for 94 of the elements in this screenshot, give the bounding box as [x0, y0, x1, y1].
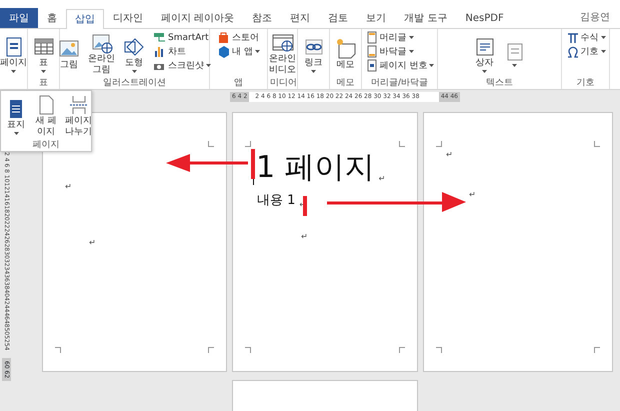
ribbon-button[interactable]: 도형: [121, 31, 147, 77]
ribbon-tab[interactable]: 참조: [243, 8, 282, 28]
online-picture-icon: [90, 32, 112, 54]
caret-icon: [11, 70, 16, 72]
film-icon: [272, 32, 294, 54]
omega-icon: [566, 45, 578, 58]
ribbon-button[interactable]: 상자: [472, 31, 498, 77]
file-tab[interactable]: 파일: [0, 8, 38, 28]
margin-corner-mark: [594, 347, 600, 353]
margin-corner-mark: [399, 347, 405, 353]
caret-icon: [14, 132, 18, 134]
shapes-icon: [123, 36, 145, 58]
footer-icon: [364, 45, 378, 58]
ribbon-button[interactable]: 차트: [151, 45, 213, 59]
margin-corner-mark: [208, 141, 214, 147]
ribbon-tab[interactable]: 편지: [281, 8, 320, 28]
paragraph-mark: ↵: [469, 189, 476, 201]
group-label: 텍스트: [485, 77, 514, 89]
ribbon-button[interactable]: 페이지: [0, 31, 29, 77]
ribbon-button[interactable]: 페이지 나누기: [63, 93, 94, 139]
group-label: 앱: [233, 77, 244, 89]
ribbon-button[interactable]: 메모: [332, 31, 358, 77]
ribbon-button[interactable]: SmartArt: [151, 31, 213, 45]
ribbon-tab[interactable]: NesPDF: [456, 8, 513, 28]
margin-corner-mark: [245, 141, 251, 147]
ribbon-button[interactable]: 수식: [564, 31, 608, 45]
group-label: 일러스트레이션: [102, 77, 167, 89]
account-name[interactable]: 김용연: [580, 8, 620, 28]
margin-corner-mark: [436, 347, 442, 353]
highlight-mark: [251, 149, 255, 179]
highlight-mark: [303, 196, 307, 216]
ribbon-button[interactable]: 머리글: [362, 31, 436, 45]
smartart-icon: [153, 31, 166, 44]
ribbon-button[interactable]: 내 앱: [215, 45, 262, 59]
paragraph-mark: ↵: [301, 230, 308, 242]
caret-icon: [41, 70, 46, 72]
paragraph-mark: ↵: [65, 181, 72, 193]
ribbon-tab[interactable]: 개발 도구: [395, 8, 456, 28]
caret-icon: [408, 50, 414, 54]
caret-icon: [206, 64, 211, 68]
margin-corner-mark: [208, 347, 214, 353]
caret-icon: [512, 64, 517, 67]
shopping-bag-icon: [217, 31, 230, 44]
ribbon-button[interactable]: 스크린샷: [151, 59, 213, 73]
ribbon-button[interactable]: 새 페 이지: [33, 93, 59, 139]
ribbon-button[interactable]: 온라인 그림: [86, 31, 117, 77]
ribbon-button[interactable]: 표: [30, 31, 56, 77]
group-label: 미디어: [270, 77, 295, 89]
paragraph-mark: ↵: [378, 173, 386, 185]
group-label: 표: [38, 77, 49, 89]
group-label: 머리글/바닥글: [370, 77, 430, 89]
caret-icon: [132, 70, 136, 72]
paragraph-mark: ↵: [446, 149, 453, 161]
caret-icon: [408, 36, 414, 40]
caret-icon: [600, 36, 606, 40]
ribbon-tab[interactable]: 홈: [38, 8, 66, 28]
header-icon: [364, 31, 378, 44]
ribbon-button[interactable]: 스토어: [215, 31, 262, 45]
ribbon-tab[interactable]: 검토: [319, 8, 358, 28]
margin-corner-mark: [594, 141, 600, 147]
margin-corner-mark: [55, 347, 61, 353]
apps-icon: [217, 45, 230, 58]
page-number-icon: [364, 59, 378, 72]
chart-icon: [153, 45, 166, 58]
margin-corner-mark: [399, 141, 405, 147]
margin-corner-mark: [245, 347, 251, 353]
caret-icon: [600, 50, 606, 54]
caret-icon: [482, 70, 487, 72]
group-label: 메모: [336, 77, 356, 89]
caret-icon: [311, 70, 316, 72]
ribbon-tab[interactable]: 삽입: [66, 9, 104, 29]
ribbon-button[interactable]: 링크: [300, 31, 326, 77]
ribbon-button[interactable]: 그림: [56, 31, 82, 77]
ribbon-tab[interactable]: 디자인: [104, 8, 152, 28]
note-icon: [334, 38, 356, 60]
table-icon: [32, 36, 54, 58]
ribbon-tab[interactable]: 페이지 레이아웃: [152, 8, 244, 28]
ribbon-button[interactable]: 온라인 비디오: [267, 31, 298, 77]
ribbon-button[interactable]: 기호: [564, 45, 608, 59]
ribbon-button[interactable]: 페이지 번호: [362, 59, 436, 73]
ribbon-button[interactable]: 바닥글: [362, 45, 436, 59]
group-label: 기호: [576, 77, 596, 89]
picture-icon: [58, 38, 80, 60]
caret-icon: [254, 50, 260, 54]
paragraph-mark: ↵: [89, 237, 96, 249]
pi-icon: [566, 31, 578, 44]
caret-icon: [429, 64, 434, 68]
ribbon-tab[interactable]: 보기: [357, 8, 396, 28]
page-break-icon: [68, 94, 90, 116]
text-box-icon: [474, 36, 496, 58]
ribbon-button[interactable]: 표지: [3, 93, 29, 139]
body-text: 내용 1: [257, 192, 296, 210]
margin-corner-mark: [436, 141, 442, 147]
group-label: 페이지: [32, 139, 60, 151]
